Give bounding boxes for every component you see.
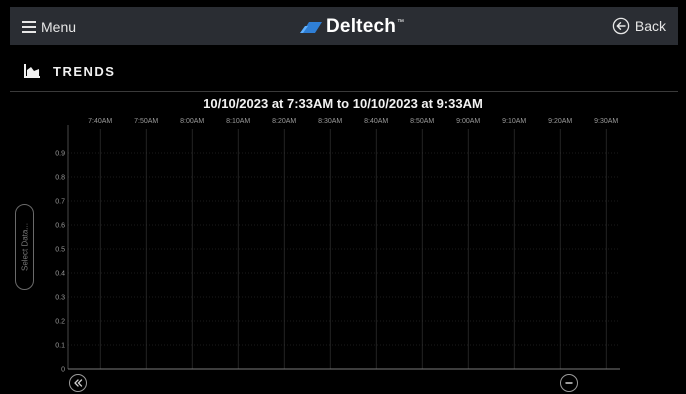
y-tick-label: 0	[61, 367, 65, 374]
x-tick-label: 8:50AM	[410, 118, 434, 125]
y-tick-label: 0.6	[55, 223, 65, 230]
y-tick-label: 0.1	[55, 343, 65, 350]
y-tick-label: 0.9	[55, 151, 65, 158]
y-tick-label: 0.2	[55, 319, 65, 326]
rewind-button[interactable]	[69, 374, 87, 392]
select-data-label: Select Data...	[20, 222, 29, 272]
x-tick-label: 7:50AM	[134, 118, 158, 125]
x-tick-label: 9:10AM	[502, 118, 526, 125]
y-tick-label: 0.3	[55, 295, 65, 302]
x-tick-label: 9:20AM	[548, 118, 572, 125]
double-chevron-left-icon	[74, 379, 83, 387]
x-tick-label: 8:40AM	[364, 118, 388, 125]
zoom-out-button[interactable]	[560, 374, 578, 392]
x-tick-label: 8:30AM	[318, 118, 342, 125]
trend-chart[interactable]: 0 0.1 0.2 0.3 0.4 0.5 0.6 0.7 0.8 0.9 7:40AM 7:50AM…	[0, 0, 686, 394]
y-tick-label: 0.5	[55, 247, 65, 254]
select-data-button[interactable]: Select Data...	[15, 204, 34, 290]
minus-icon	[565, 382, 573, 384]
x-tick-label: 8:20AM	[272, 118, 296, 125]
x-tick-label: 7:40AM	[88, 118, 112, 125]
y-tick-label: 0.8	[55, 175, 65, 182]
trends-screen: Menu Deltech ™ Back TRENDS 10/10/2023 at…	[0, 0, 686, 394]
y-tick-label: 0.7	[55, 199, 65, 206]
x-tick-label: 9:00AM	[456, 118, 480, 125]
x-tick-label: 8:10AM	[226, 118, 250, 125]
x-tick-label: 9:30AM	[594, 118, 618, 125]
x-tick-label: 8:00AM	[180, 118, 204, 125]
y-tick-label: 0.4	[55, 271, 65, 278]
